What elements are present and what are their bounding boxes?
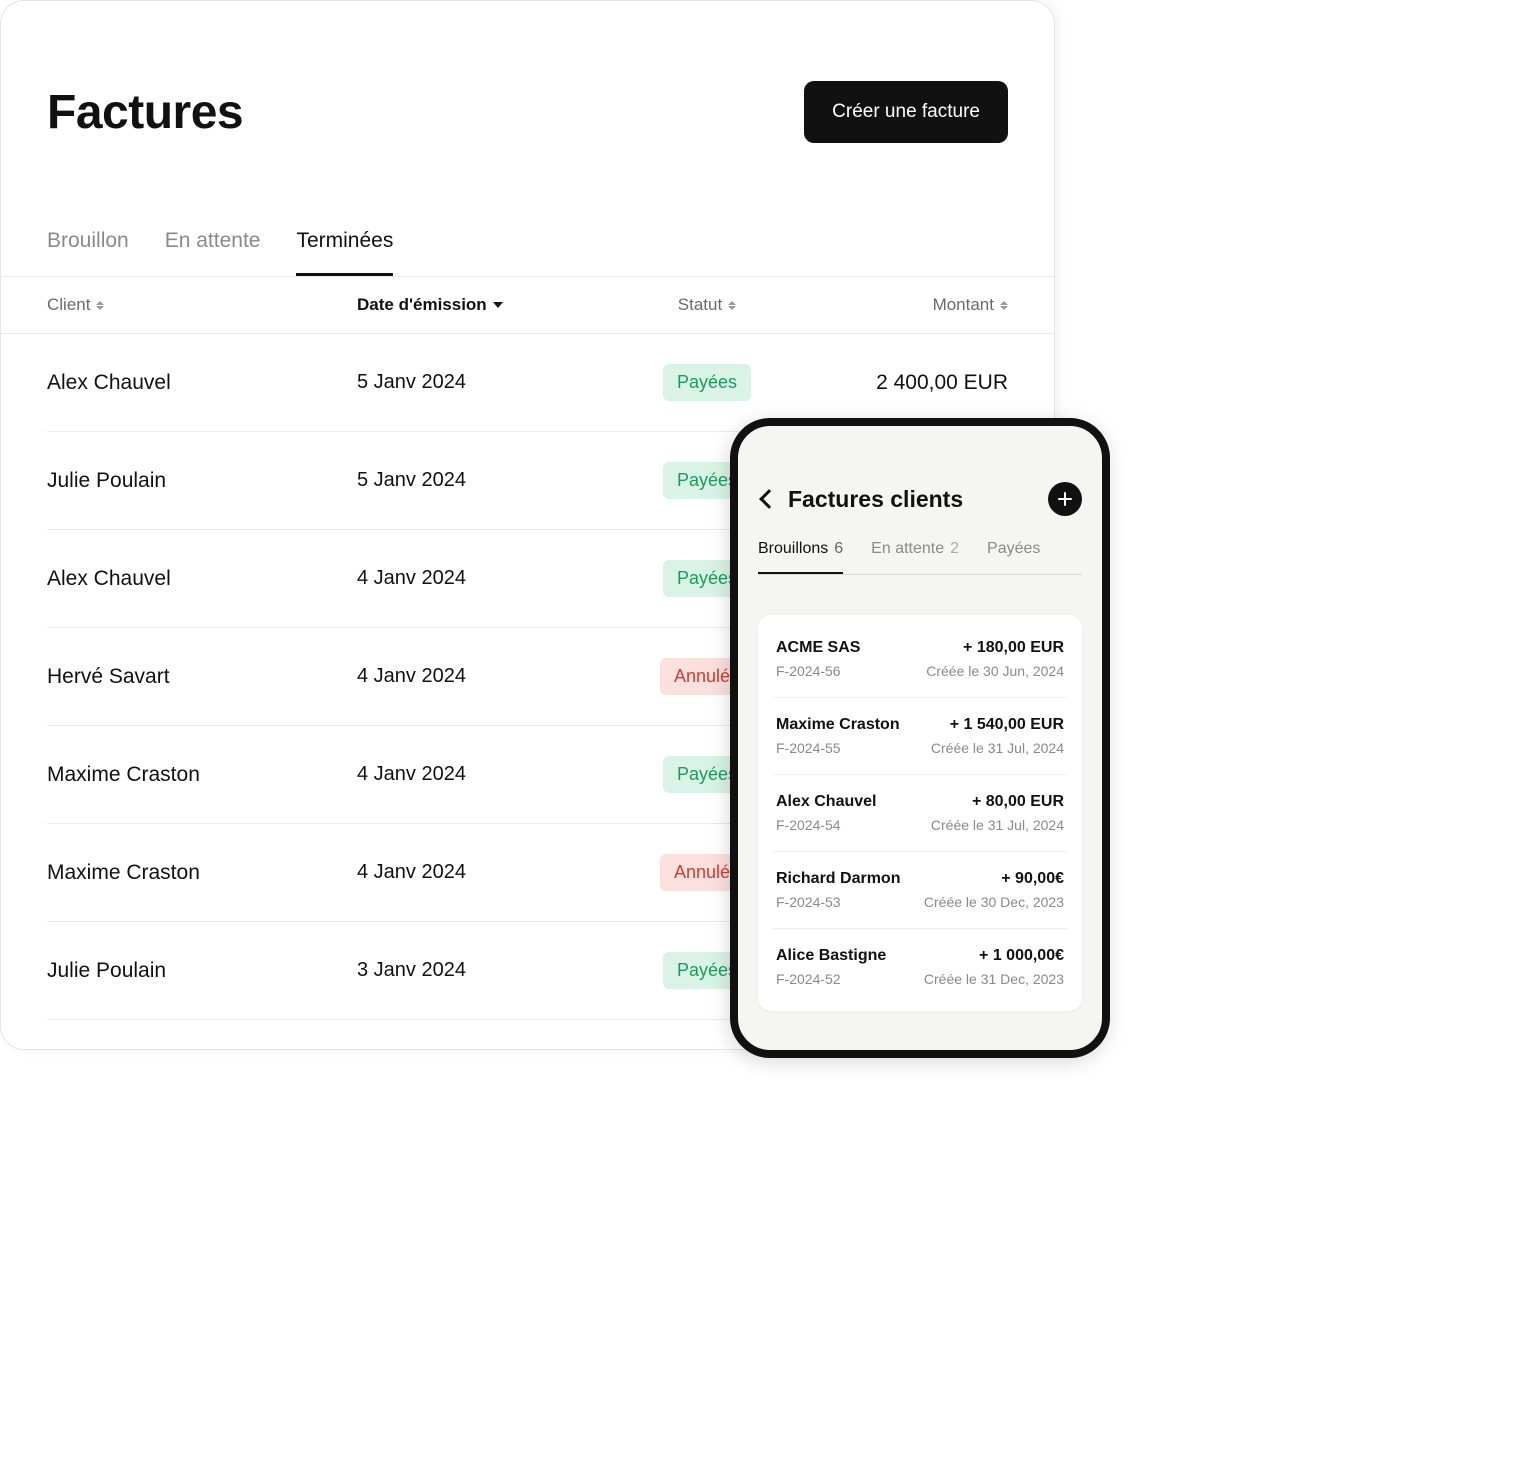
invoice-date: Créée le 31 Dec, 2023 bbox=[924, 971, 1064, 987]
invoice-date: Créée le 31 Jul, 2024 bbox=[931, 817, 1064, 833]
tab-en-attente[interactable]: En attente bbox=[165, 229, 261, 276]
tab-terminees[interactable]: Terminées bbox=[296, 229, 393, 276]
cell-client: Julie Poulain bbox=[47, 469, 357, 493]
create-invoice-button[interactable]: Créer une facture bbox=[804, 81, 1008, 143]
sort-down-icon bbox=[493, 302, 503, 308]
mobile-tab-label: Brouillons bbox=[758, 540, 828, 558]
cell-date: 5 Janv 2024 bbox=[357, 469, 617, 492]
mobile-tabs: Brouillons 6 En attente 2 Payées bbox=[758, 540, 1082, 575]
mobile-tab-payees[interactable]: Payées bbox=[987, 540, 1040, 574]
list-item[interactable]: ACME SAS + 180,00 EUR F-2024-56 Créée le 30… bbox=[772, 621, 1068, 698]
mobile-tab-en-attente[interactable]: En attente 2 bbox=[871, 540, 959, 574]
cell-date: 4 Janv 2024 bbox=[357, 665, 617, 688]
cell-date: 4 Janv 2024 bbox=[357, 567, 617, 590]
invoice-ref: F-2024-54 bbox=[776, 817, 841, 833]
cell-date: 4 Janv 2024 bbox=[357, 861, 617, 884]
sort-icon bbox=[96, 301, 104, 310]
invoice-amount: + 90,00€ bbox=[1001, 870, 1064, 888]
mobile-page-title: Factures clients bbox=[788, 486, 1036, 513]
page-title: Factures bbox=[47, 85, 243, 140]
cell-date: 5 Janv 2024 bbox=[357, 371, 617, 394]
invoice-amount: + 80,00 EUR bbox=[972, 793, 1064, 811]
cell-date: 3 Janv 2024 bbox=[357, 959, 617, 982]
invoice-ref: F-2024-55 bbox=[776, 740, 841, 756]
header: Factures Créer une facture bbox=[1, 1, 1054, 143]
invoice-client: Alice Bastigne bbox=[776, 947, 886, 965]
column-header-amount[interactable]: Montant bbox=[797, 295, 1008, 315]
sort-icon bbox=[1000, 301, 1008, 310]
column-header-client[interactable]: Client bbox=[47, 295, 357, 315]
column-label: Statut bbox=[678, 295, 722, 315]
tabs: Brouillon En attente Terminées bbox=[1, 229, 1054, 277]
invoice-amount: + 180,00 EUR bbox=[963, 639, 1064, 657]
invoice-ref: F-2024-52 bbox=[776, 971, 841, 987]
invoice-date: Créée le 30 Dec, 2023 bbox=[924, 894, 1064, 910]
mobile-tab-count: 6 bbox=[834, 540, 843, 558]
column-label: Date d'émission bbox=[357, 295, 487, 315]
invoice-client: Richard Darmon bbox=[776, 870, 900, 888]
column-header-status[interactable]: Statut bbox=[617, 295, 797, 315]
cell-amount: 2 400,00 EUR bbox=[797, 371, 1008, 395]
invoice-ref: F-2024-53 bbox=[776, 894, 841, 910]
column-label: Montant bbox=[933, 295, 994, 315]
cell-client: Maxime Craston bbox=[47, 763, 357, 787]
invoice-date: Créée le 31 Jul, 2024 bbox=[931, 740, 1064, 756]
list-item[interactable]: Alex Chauvel + 80,00 EUR F-2024-54 Créée le… bbox=[772, 775, 1068, 852]
invoice-amount: + 1 540,00 EUR bbox=[950, 716, 1064, 734]
mobile-tab-label: En attente bbox=[871, 540, 944, 560]
table-header-row: Client Date d'émission Statut Montant bbox=[1, 277, 1054, 334]
list-item[interactable]: Richard Darmon + 90,00€ F-2024-53 Créée le … bbox=[772, 852, 1068, 929]
invoice-client: ACME SAS bbox=[776, 639, 860, 657]
cell-client: Julie Poulain bbox=[47, 959, 357, 983]
mobile-tab-label: Payées bbox=[987, 540, 1040, 560]
invoice-amount: + 1 000,00€ bbox=[979, 947, 1064, 965]
add-invoice-button[interactable] bbox=[1048, 482, 1082, 516]
invoice-client: Alex Chauvel bbox=[776, 793, 876, 811]
cell-date: 4 Janv 2024 bbox=[357, 763, 617, 786]
list-item[interactable]: Maxime Craston + 1 540,00 EUR F-2024-55 Cré… bbox=[772, 698, 1068, 775]
column-header-date[interactable]: Date d'émission bbox=[357, 295, 617, 315]
mobile-invoices-panel: Factures clients Brouillons 6 En attente… bbox=[730, 418, 1110, 1058]
plus-icon bbox=[1057, 491, 1073, 507]
cell-client: Maxime Craston bbox=[47, 861, 357, 885]
cell-client: Alex Chauvel bbox=[47, 567, 357, 591]
status-badge: Payées bbox=[663, 364, 751, 401]
column-label: Client bbox=[47, 295, 90, 315]
cell-status: Payées bbox=[617, 364, 797, 401]
invoice-client: Maxime Craston bbox=[776, 716, 900, 734]
mobile-header: Factures clients bbox=[758, 482, 1082, 516]
cell-client: Alex Chauvel bbox=[47, 371, 357, 395]
cell-client: Hervé Savart bbox=[47, 665, 357, 689]
mobile-tab-count: 2 bbox=[950, 540, 959, 560]
mobile-invoice-list: ACME SAS + 180,00 EUR F-2024-56 Créée le 30… bbox=[758, 615, 1082, 1011]
sort-icon bbox=[728, 301, 736, 310]
invoice-date: Créée le 30 Jun, 2024 bbox=[926, 663, 1064, 679]
back-icon[interactable] bbox=[759, 489, 779, 509]
invoice-ref: F-2024-56 bbox=[776, 663, 841, 679]
list-item[interactable]: Alice Bastigne + 1 000,00€ F-2024-52 Créée … bbox=[772, 929, 1068, 1005]
tab-brouillon[interactable]: Brouillon bbox=[47, 229, 129, 276]
mobile-tab-brouillons[interactable]: Brouillons 6 bbox=[758, 540, 843, 574]
mobile-content: Factures clients Brouillons 6 En attente… bbox=[738, 426, 1102, 1050]
